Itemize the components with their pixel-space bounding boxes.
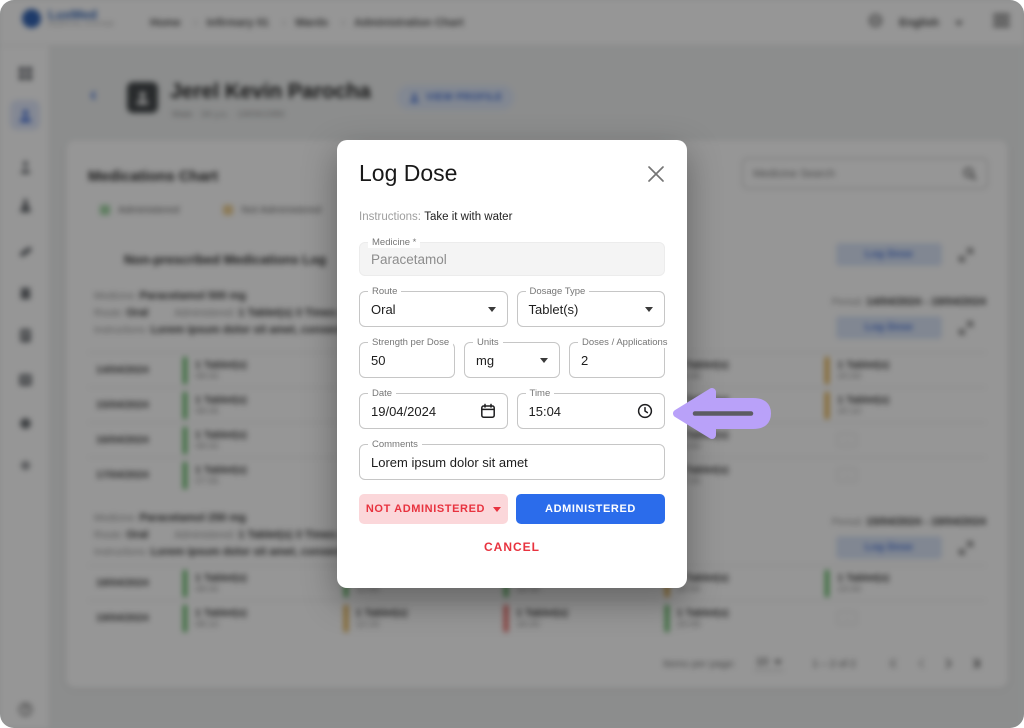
app-window: LuxMed HOSPITAL SYSTEM Home Infirmary 01… <box>0 0 1024 728</box>
units-select[interactable]: Units mg <box>464 337 560 378</box>
date-field[interactable]: Date 19/04/2024 <box>359 388 508 429</box>
route-select[interactable]: Route Oral <box>359 286 508 327</box>
clock-icon[interactable] <box>637 403 653 419</box>
not-administered-button[interactable]: NOT ADMINISTERED <box>359 494 508 524</box>
close-icon[interactable] <box>647 165 665 188</box>
log-dose-modal: Log Dose Instructions: Take it with wate… <box>337 140 687 588</box>
chevron-down-icon <box>645 306 653 312</box>
calendar-icon[interactable] <box>480 403 496 419</box>
administered-button[interactable]: ADMINISTERED <box>516 494 665 524</box>
chevron-down-icon <box>540 357 548 363</box>
modal-instructions: Instructions: Take it with water <box>359 211 513 223</box>
strength-field[interactable]: Strength per Dose 50 <box>359 337 455 378</box>
comments-field[interactable]: Comments Lorem ipsum dolor sit amet <box>359 439 665 480</box>
modal-title: Log Dose <box>359 160 458 186</box>
annotation-arrow-left-icon <box>673 388 771 439</box>
chevron-down-icon <box>493 506 502 512</box>
time-field[interactable]: Time 15:04 <box>516 388 665 429</box>
chevron-down-icon <box>487 306 496 312</box>
doses-field[interactable]: Doses / Applications 2 <box>569 337 672 378</box>
dosage-type-select[interactable]: Dosage Type Tablet(s) <box>516 286 665 327</box>
medicine-field: Medicine * Paracetamol <box>359 237 665 276</box>
cancel-button[interactable]: CANCEL <box>359 540 665 554</box>
